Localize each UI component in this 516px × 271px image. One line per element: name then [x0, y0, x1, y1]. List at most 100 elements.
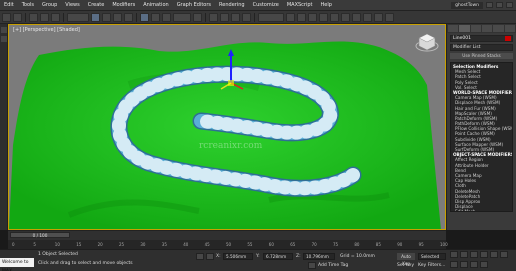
menu-item-create[interactable]: Create — [84, 2, 109, 8]
absolute-mode-icon[interactable] — [206, 253, 214, 260]
maximize-viewport-icon[interactable] — [480, 261, 488, 268]
go-to-end-icon[interactable] — [490, 251, 498, 258]
command-panel-tabs — [447, 24, 516, 33]
bind-space-warp-icon[interactable] — [51, 12, 60, 22]
render-setup-icon[interactable] — [363, 12, 372, 22]
modify-tab-icon[interactable] — [459, 25, 470, 32]
set-key-button[interactable]: Set Key — [397, 263, 414, 268]
field-of-view-icon[interactable] — [470, 261, 478, 268]
rendered-frame-window-icon[interactable] — [374, 12, 383, 22]
object-name-field[interactable]: Line001 — [450, 35, 513, 42]
auto-key-button[interactable]: Auto Key — [397, 253, 415, 266]
create-tab-icon[interactable] — [448, 25, 459, 32]
hierarchy-tab-icon[interactable] — [470, 25, 481, 32]
add-time-tag[interactable]: Add Time Tag — [318, 263, 348, 268]
motion-tab-icon[interactable] — [481, 25, 493, 32]
go-to-start-icon[interactable] — [450, 251, 458, 258]
modifier-list-item[interactable]: Edit Mesh — [451, 209, 512, 211]
maxscript-listener[interactable]: Welcome to MAX — [0, 258, 34, 271]
curve-editor-icon[interactable] — [330, 12, 339, 22]
viewport-pov-menu[interactable]: [Perspective] — [23, 27, 56, 33]
viewport-plus-menu[interactable]: [+] — [13, 27, 21, 33]
z-coordinate-field[interactable]: 10.796mm — [303, 253, 335, 260]
menu-item-modifiers[interactable]: Modifiers — [108, 2, 139, 8]
mirror-icon[interactable] — [286, 12, 295, 22]
schematic-view-icon[interactable] — [341, 12, 350, 22]
menu-item-rendering[interactable]: Rendering — [215, 2, 249, 8]
menu-item-animation[interactable]: Animation — [139, 2, 173, 8]
modifier-dropdown-list[interactable]: Selection Modifiers Mesh Select Patch Sele… — [450, 62, 513, 212]
menu-item-maxscript[interactable]: MAXScript — [283, 2, 317, 8]
graphite-tools-icon[interactable] — [319, 12, 328, 22]
window-crossing-icon[interactable] — [124, 12, 133, 22]
rectangular-selection-icon[interactable] — [113, 12, 122, 22]
percent-snap-icon[interactable] — [231, 12, 240, 22]
rotate-icon[interactable] — [151, 12, 160, 22]
maximize-button[interactable] — [496, 2, 503, 8]
timeline-tick-label: 100 — [440, 242, 448, 247]
scene-explorer-icon[interactable] — [1, 27, 7, 33]
pivot-center-icon[interactable] — [193, 12, 202, 22]
render-production-icon[interactable] — [385, 12, 394, 22]
utilities-tab-icon[interactable] — [504, 25, 515, 32]
menu-bar: Edit Tools Group Views Create Modifiers Animat… — [0, 0, 516, 11]
link-icon[interactable] — [29, 12, 38, 22]
use-pinned-stacks-button[interactable]: Use Pinned Stacks — [450, 53, 513, 59]
time-slider[interactable]: 0 / 100 — [10, 232, 70, 238]
selection-filter-icon[interactable] — [67, 12, 89, 22]
orbit-icon[interactable] — [460, 261, 468, 268]
modifier-list-dropdown[interactable]: Modifier List — [450, 44, 513, 51]
scene-canvas[interactable] — [9, 25, 446, 230]
layer-icon[interactable] — [1, 36, 7, 42]
material-editor-icon[interactable] — [352, 12, 361, 22]
select-object-icon[interactable] — [91, 12, 100, 22]
y-coordinate-field[interactable]: 6.728mm — [263, 253, 293, 260]
next-frame-icon[interactable] — [480, 251, 488, 258]
angle-snap-icon[interactable] — [220, 12, 229, 22]
reference-coordinate-icon[interactable] — [173, 12, 191, 22]
time-tag-icon[interactable] — [308, 262, 316, 269]
menu-item-views[interactable]: Views — [61, 2, 83, 8]
perspective-viewport[interactable]: [+] [Perspective] [Shaded] rcreanixr.com — [8, 24, 446, 230]
key-filters-button[interactable]: Key Filters... — [418, 263, 445, 268]
align-icon[interactable] — [297, 12, 306, 22]
menu-item-group[interactable]: Group — [38, 2, 61, 8]
viewport-shading-menu[interactable]: [Shaded] — [57, 27, 80, 33]
object-name[interactable]: Line001 — [453, 36, 471, 41]
viewport-label[interactable]: [+] [Perspective] [Shaded] — [13, 27, 80, 33]
play-icon[interactable] — [470, 251, 478, 258]
select-by-name-icon[interactable] — [102, 12, 111, 22]
minimize-button[interactable] — [486, 2, 493, 8]
menu-item-help[interactable]: Help — [317, 2, 336, 8]
undo-icon[interactable] — [2, 12, 11, 22]
toolbar-divider — [25, 12, 26, 22]
lock-selection-icon[interactable] — [196, 253, 204, 260]
timeline-tick-label: 55 — [247, 242, 253, 247]
redo-icon[interactable] — [13, 12, 22, 22]
spinner-snap-icon[interactable] — [242, 12, 251, 22]
menu-item-tools[interactable]: Tools — [18, 2, 38, 8]
toolbar-divider — [63, 12, 64, 22]
zoom-extents-icon[interactable] — [500, 251, 508, 258]
display-tab-icon[interactable] — [493, 25, 504, 32]
move-icon[interactable] — [140, 12, 149, 22]
named-selection-icon[interactable] — [258, 12, 284, 22]
pan-view-icon[interactable] — [450, 261, 458, 268]
key-selection-dropdown[interactable]: Selected — [418, 253, 446, 260]
snap-toggle-icon[interactable] — [209, 12, 218, 22]
menu-item-graph-editors[interactable]: Graph Editors — [173, 2, 215, 8]
scale-icon[interactable] — [162, 12, 171, 22]
timeline-tick-label: 95 — [418, 242, 424, 247]
menu-item-customize[interactable]: Customize — [249, 2, 283, 8]
previous-frame-icon[interactable] — [460, 251, 468, 258]
timeline-tick-label: 50 — [226, 242, 232, 247]
x-coordinate-field[interactable]: 5.506mm — [223, 253, 253, 260]
menu-item-edit[interactable]: Edit — [0, 2, 18, 8]
close-button[interactable] — [506, 2, 513, 8]
object-color-swatch[interactable] — [505, 36, 511, 41]
unlink-icon[interactable] — [40, 12, 49, 22]
left-tool-strip — [0, 24, 8, 230]
layer-manager-icon[interactable] — [308, 12, 317, 22]
workspace-selector[interactable]: ghostTown — [451, 1, 483, 9]
viewcube-icon[interactable] — [415, 31, 439, 53]
